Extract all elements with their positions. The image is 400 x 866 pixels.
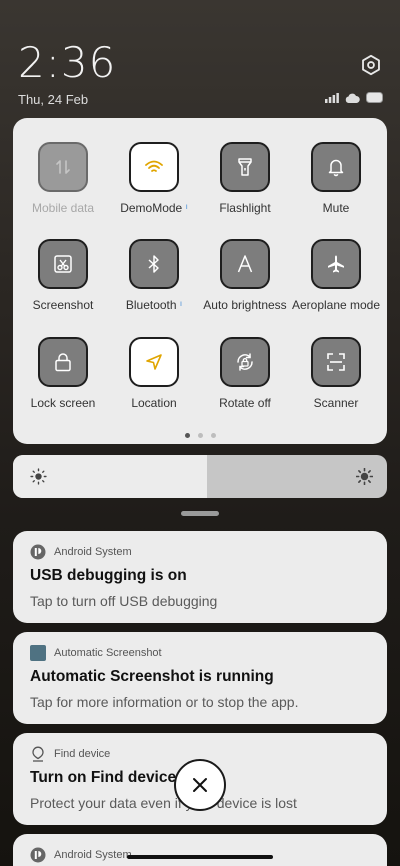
lock-icon: [55, 353, 71, 372]
notification-title: USB debugging is on: [30, 567, 187, 584]
android-system-icon: [30, 847, 46, 863]
notification-body: Protect your data even if your device is…: [30, 795, 297, 811]
notification-app-name: Find device: [54, 748, 111, 760]
tile-label: Bluetooth ı: [125, 298, 183, 312]
tile-scanner-button[interactable]: [311, 337, 361, 387]
battery-icon: [366, 92, 383, 103]
tile-rotate-off-button[interactable]: [220, 337, 270, 387]
system-icons: [325, 92, 384, 103]
tile-label: Aeroplane mode: [291, 298, 381, 312]
tile-mute-button[interactable]: [311, 142, 361, 192]
gear-icon[interactable]: [360, 54, 382, 76]
tile-mute[interactable]: Mute: [291, 142, 381, 215]
page-dot: [210, 433, 216, 438]
airplane-icon: [328, 255, 344, 273]
tile-label: Screenshot: [32, 298, 94, 312]
tile-flashlight[interactable]: Flashlight: [200, 142, 290, 215]
scissors-icon: [54, 255, 72, 273]
scanner-icon: [327, 353, 345, 371]
date: Thu, 24 Feb: [18, 92, 89, 107]
bluetooth-icon: [148, 255, 159, 273]
flashlight-icon: [238, 158, 252, 176]
tile-label: Flashlight: [219, 201, 271, 215]
android-system-icon: [30, 544, 46, 560]
location-icon: [146, 354, 162, 370]
tile-auto-brightness-button[interactable]: [220, 239, 270, 289]
rotate-icon: [237, 353, 253, 371]
clock: 2:36: [18, 38, 117, 87]
tile-aeroplane-mode[interactable]: Aeroplane mode: [291, 239, 381, 312]
tile-label: Location: [131, 396, 177, 410]
page-indicator: [13, 433, 387, 438]
tile-location-button[interactable]: [129, 337, 179, 387]
gesture-navigation-bar[interactable]: [127, 855, 273, 859]
wifi-icon: [145, 160, 163, 172]
tile-label: Scanner: [313, 396, 359, 410]
notification-automatic-screenshot[interactable]: Automatic Screenshot Automatic Screensho…: [13, 632, 387, 724]
tile-lock-screen-button[interactable]: [38, 337, 88, 387]
notification-header: Find device: [30, 746, 110, 762]
notification-body: Tap for more information or to stop the …: [30, 694, 299, 710]
page-dot: [184, 433, 190, 438]
auto-brightness-icon: [237, 255, 253, 273]
tile-scanner[interactable]: Scanner: [291, 337, 381, 410]
tile-label: Mobile data: [31, 201, 95, 215]
tile-demomode-button[interactable]: [129, 142, 179, 192]
tile-label: Auto brightness: [203, 298, 287, 312]
tile-auto-brightness[interactable]: Auto brightness: [200, 239, 290, 312]
mobile-data-icon: [56, 160, 70, 174]
clear-all-button[interactable]: [174, 759, 226, 811]
tile-location[interactable]: Location: [109, 337, 199, 410]
sun-icon: [30, 468, 47, 485]
cloud-icon: [345, 93, 360, 103]
quick-settings-panel: Mobile data DemoMode ı Flashlight Mute S…: [13, 118, 387, 444]
notification-body: Tap to turn off USB debugging: [30, 593, 218, 609]
bell-icon: [328, 159, 344, 177]
tile-flashlight-button[interactable]: [220, 142, 270, 192]
tile-aeroplane-mode-button[interactable]: [311, 239, 361, 289]
tile-mobile-data-button[interactable]: [38, 142, 88, 192]
tile-demomode[interactable]: DemoMode ı: [109, 142, 199, 215]
notification-header: Android System: [30, 847, 132, 863]
notification-usb-debugging[interactable]: Android System USB debugging is on Tap t…: [13, 531, 387, 623]
tile-screenshot-button[interactable]: [38, 239, 88, 289]
tile-label: Rotate off: [219, 396, 271, 410]
brightness-slider[interactable]: [13, 455, 387, 498]
app-square-icon: [30, 645, 46, 661]
notification-app-name: Android System: [54, 546, 132, 558]
tile-label: Mute: [322, 201, 350, 215]
tile-screenshot[interactable]: Screenshot: [18, 239, 108, 312]
signal-icon: [325, 92, 339, 103]
tile-bluetooth-button[interactable]: [129, 239, 179, 289]
notification-app-name: Automatic Screenshot: [54, 647, 162, 659]
notification-header: Android System: [30, 544, 132, 560]
tile-lock-screen[interactable]: Lock screen: [18, 337, 108, 410]
tile-mobile-data[interactable]: Mobile data: [18, 142, 108, 215]
notification-title: Automatic Screenshot is running: [30, 668, 274, 685]
notification-android-system[interactable]: Android System: [13, 834, 387, 866]
notification-title: Turn on Find device: [30, 769, 177, 786]
location-pin-icon: [32, 746, 44, 762]
tile-bluetooth[interactable]: Bluetooth ı: [109, 239, 199, 312]
page-dot: [197, 433, 203, 438]
tile-label: DemoMode ı: [120, 201, 188, 215]
notification-header: Automatic Screenshot: [30, 645, 162, 661]
close-icon: [193, 778, 207, 792]
sun-bright-icon: [356, 468, 373, 485]
tile-label: Lock screen: [30, 396, 96, 410]
tile-rotate-off[interactable]: Rotate off: [200, 337, 290, 410]
drag-handle[interactable]: [181, 511, 219, 516]
notification-app-name: Android System: [54, 849, 132, 861]
